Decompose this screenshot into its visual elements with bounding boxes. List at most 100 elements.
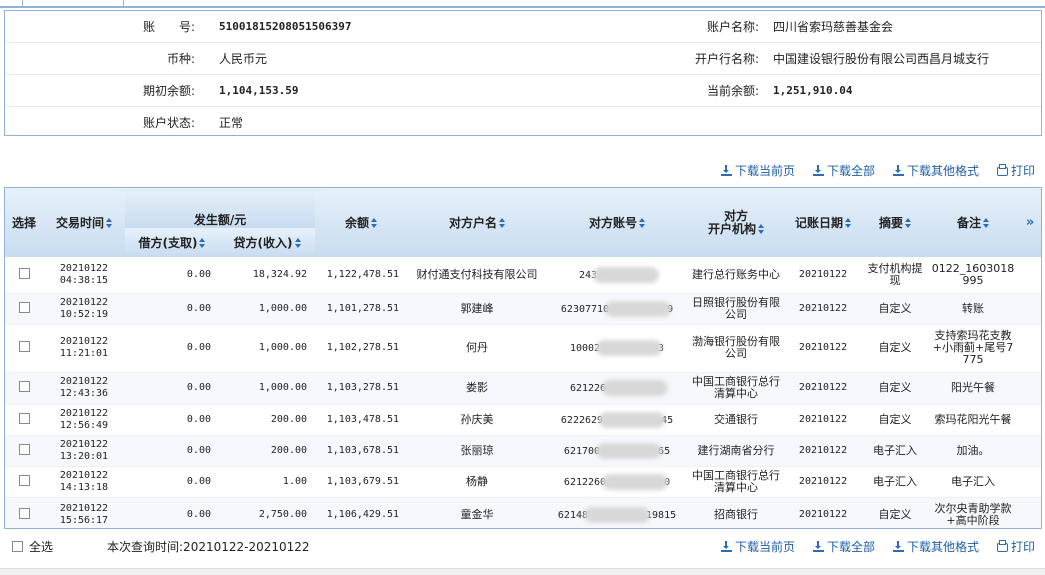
counterparty-name: 杨静 [407, 466, 548, 498]
row-checkbox[interactable] [18, 301, 30, 313]
sort-icon[interactable] [905, 218, 912, 229]
select-all-label[interactable]: 全选 [29, 538, 53, 555]
tab-strip-line [0, 6, 1045, 8]
post-date: 20210122 [785, 497, 862, 528]
download-other-format-link[interactable]: 下载其他格式 [892, 162, 979, 179]
row-checkbox[interactable] [18, 508, 30, 519]
counterparty-bank: 招商银行 [687, 497, 786, 528]
download-all-link[interactable]: 下载全部 [812, 538, 875, 555]
col-remark[interactable]: 备注 [929, 188, 1018, 257]
print-link[interactable]: 打印 [996, 538, 1035, 555]
account-number-label: 账 号: [5, 11, 215, 43]
table-row[interactable]: 20210122 15:56:17 0.00 2,750.00 1,106,429.51… [5, 497, 1041, 528]
remark: 索玛花阳光午餐 [929, 404, 1018, 436]
counterparty-account: 62148 19815 [547, 497, 688, 528]
sort-icon[interactable] [294, 238, 301, 249]
top-toolbar: 下载当前页 下载全部 下载其他格式 打印 [720, 162, 1035, 179]
counterparty-bank: 日照银行股份有限公司 [687, 293, 786, 325]
sort-icon[interactable] [639, 218, 646, 229]
col-balance[interactable]: 余额 [315, 188, 408, 257]
debit-amount: 0.00 [125, 466, 219, 498]
post-date: 20210122 [785, 435, 862, 467]
counterparty-name: 张丽琼 [407, 435, 548, 467]
row-checkbox[interactable] [18, 474, 30, 486]
bottom-toolbar: 下载当前页 下载全部 下载其他格式 打印 [720, 538, 1035, 555]
counterparty-account: 621226 [547, 372, 688, 405]
row-checkbox[interactable] [18, 443, 30, 455]
account-status-label: 账户状态: [142, 116, 195, 130]
currency-value: 人民币元 [215, 42, 549, 75]
debit-amount: 0.00 [125, 257, 219, 294]
row-checkbox[interactable] [18, 381, 30, 392]
txn-time: 20210122 15:56:17 [43, 497, 125, 528]
row-checkbox[interactable] [18, 341, 30, 352]
col-summary[interactable]: 摘要 [861, 188, 930, 257]
counterparty-bank: 交通银行 [687, 404, 786, 436]
col-counterparty-bank[interactable]: 对方 开户机构 [687, 188, 786, 257]
query-time: 本次查询时间:20210122-20210122 [107, 540, 310, 554]
currency-label: 币种: [5, 42, 215, 75]
remark: 0122_1603018995 [929, 257, 1018, 294]
col-time[interactable]: 交易时间 [43, 188, 125, 257]
download-page-link[interactable]: 下载当前页 [720, 538, 795, 555]
col-counterparty-account[interactable]: 对方账号 [547, 188, 688, 257]
counterparty-bank: 建行总行账务中心 [687, 257, 786, 294]
download-icon [812, 540, 824, 552]
counterparty-name: 娄影 [407, 372, 548, 405]
table-row[interactable]: 20210122 13:20:01 0.00 200.00 1,103,678.51 张丽… [5, 435, 1041, 467]
remark: 加油。 [929, 435, 1018, 467]
post-date: 20210122 [785, 404, 862, 436]
table-row[interactable]: 20210122 11:21:01 0.00 1,000.00 1,102,278.51… [5, 324, 1041, 373]
summary: 电子汇入 [861, 466, 930, 498]
table-row[interactable]: 20210122 10:52:19 0.00 1,000.00 1,101,278.51… [5, 293, 1041, 325]
redaction-blur [593, 266, 660, 283]
redaction-blur [584, 507, 651, 523]
download-page-link[interactable]: 下载当前页 [720, 162, 795, 179]
credit-amount: 2,750.00 [219, 497, 316, 528]
credit-amount: 1,000.00 [219, 324, 316, 373]
download-other-format-link[interactable]: 下载其他格式 [892, 538, 979, 555]
txn-time: 20210122 11:21:01 [43, 324, 125, 373]
print-link[interactable]: 打印 [996, 162, 1035, 179]
sort-icon[interactable] [371, 218, 378, 229]
account-name: 四川省索玛慈善基金会 [769, 11, 1041, 43]
remark: 次尔央青助学款+高中阶段 [929, 497, 1018, 528]
col-amount-group: 发生额/元 [125, 188, 316, 228]
sort-icon[interactable] [499, 218, 506, 229]
col-post-date[interactable]: 记账日期 [785, 188, 862, 257]
debit-amount: 0.00 [125, 497, 219, 528]
row-checkbox[interactable] [18, 412, 30, 424]
download-icon [720, 540, 732, 552]
summary: 电子汇入 [861, 435, 930, 467]
printer-icon [996, 163, 1008, 176]
bank-value: 中国建设银行股份有限公司西昌月城支行 [769, 42, 1041, 75]
table-row[interactable]: 20210122 12:56:49 0.00 200.00 1,103,478.51 孙庆… [5, 404, 1041, 436]
download-icon [720, 164, 732, 176]
sort-icon[interactable] [199, 238, 206, 249]
counterparty-account: 62122600 [547, 466, 688, 498]
debit-amount: 0.00 [125, 372, 219, 405]
table-row[interactable]: 20210122 12:43:36 0.00 1,000.00 1,103,278.51… [5, 372, 1041, 405]
col-counterparty-name[interactable]: 对方户名 [407, 188, 548, 257]
sort-icon[interactable] [758, 223, 765, 235]
table-row[interactable]: 20210122 04:38:15 0.00 18,324.92 1,122,478.5… [5, 257, 1041, 294]
txn-time: 20210122 04:38:15 [43, 257, 125, 294]
summary: 自定义 [861, 324, 930, 373]
txn-time: 20210122 13:20:01 [43, 435, 125, 467]
sort-icon[interactable] [983, 218, 990, 229]
counterparty-account: 623077​109 [547, 293, 688, 325]
sort-icon[interactable] [106, 218, 112, 229]
sort-icon[interactable] [845, 218, 852, 229]
row-checkbox[interactable] [18, 267, 30, 279]
download-all-link[interactable]: 下载全部 [812, 162, 875, 179]
redaction-blur [596, 442, 663, 459]
col-credit[interactable]: 贷方(收入) [219, 228, 316, 257]
counterparty-account: 6222629 45 [547, 404, 688, 436]
double-chevron-right-icon[interactable]: » [1026, 215, 1034, 230]
table-row[interactable]: 20210122 14:13:18 0.00 1.00 1,103,679.51 杨静 62… [5, 466, 1041, 498]
select-all-checkbox[interactable] [12, 541, 23, 552]
more-columns-button[interactable]: » [1017, 188, 1041, 257]
debit-amount: 0.00 [125, 435, 219, 467]
col-debit[interactable]: 借方(支取) [125, 228, 219, 257]
txn-time: 20210122 10:52:19 [43, 293, 125, 325]
